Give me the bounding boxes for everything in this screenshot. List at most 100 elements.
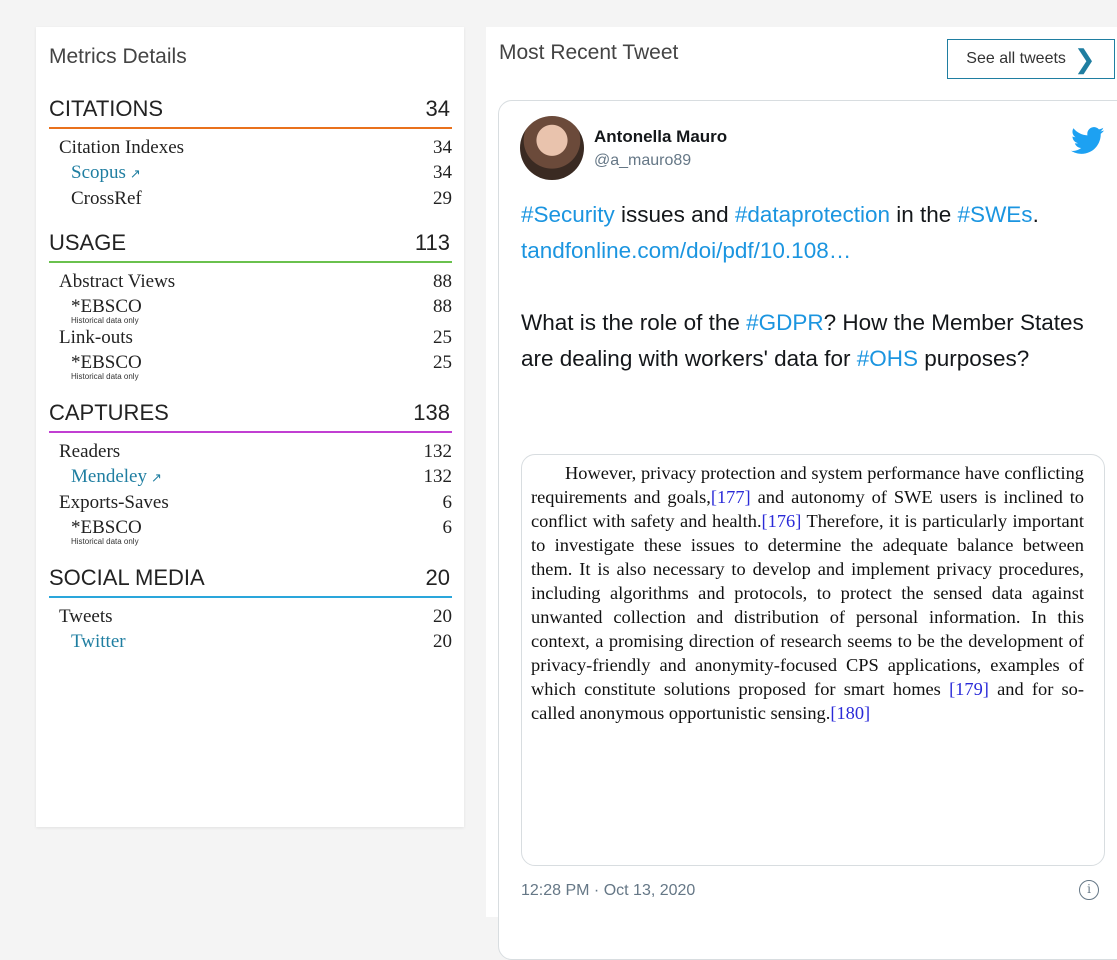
- category-count: 34: [425, 96, 450, 121]
- metric-label-wrap: Mendeley ↗: [71, 464, 162, 490]
- tweet-text-line2: What is the role of the #GDPR? How the M…: [521, 305, 1111, 377]
- see-all-tweets-label: See all tweets: [966, 50, 1066, 67]
- category-count: 113: [414, 230, 450, 255]
- metric-label-wrap: Tweets: [59, 604, 113, 629]
- metric-label-group: *EBSCO Historical data only: [71, 294, 142, 325]
- hashtag-link[interactable]: #GDPR: [746, 310, 824, 335]
- metric-label-group: Link-outs: [59, 325, 133, 350]
- metric-label-group: Exports-Saves: [59, 490, 169, 515]
- media-text-segment: Therefore, it is particularly important …: [531, 511, 1084, 699]
- avatar[interactable]: [520, 116, 584, 180]
- metric-label: Exports-Saves: [59, 492, 169, 513]
- metric-value: 25: [433, 327, 452, 348]
- metric-label-wrap: Scopus ↗: [71, 160, 141, 186]
- tweet-text-segment: What is the role of the: [521, 310, 747, 335]
- external-link-icon[interactable]: ↗: [151, 470, 162, 485]
- metric-label-group: *EBSCO Historical data only: [71, 515, 142, 546]
- metric-value: 88: [433, 296, 452, 317]
- metric-label-group: Readers: [59, 439, 120, 464]
- chevron-right-icon: ❯: [1073, 44, 1096, 74]
- metric-label-wrap: Link-outs: [59, 325, 133, 350]
- historical-note: Historical data only: [71, 316, 139, 325]
- hashtag-link[interactable]: #dataprotection: [735, 202, 890, 227]
- metric-value: 20: [433, 631, 452, 652]
- metric-category: CITATIONS 34 Citation Indexes 34 Scopus ↗ 34 Cr…: [49, 95, 452, 211]
- twitter-bird-icon[interactable]: [1071, 127, 1105, 155]
- citation-ref: [177]: [710, 487, 751, 507]
- metric-label: Readers: [59, 441, 121, 462]
- category-count: 20: [425, 565, 450, 590]
- category-count: 138: [413, 400, 450, 425]
- citation-ref: [179]: [949, 679, 989, 699]
- tweet-author-name[interactable]: Antonella Mauro: [594, 127, 727, 147]
- metric-label-group: Scopus ↗: [71, 160, 141, 186]
- metric-label: CrossRef: [71, 188, 142, 209]
- metric-value: 25: [433, 352, 452, 373]
- citation-ref: [176]: [761, 511, 802, 531]
- category-header: CAPTURES 138: [49, 399, 452, 433]
- metrics-panel-title: Metrics Details: [49, 45, 187, 68]
- category-name: USAGE: [49, 230, 127, 255]
- metric-value: 34: [433, 137, 452, 158]
- metric-label-group: Tweets: [59, 604, 113, 629]
- metric-row[interactable]: Scopus ↗ 34: [49, 160, 452, 186]
- tweet-link[interactable]: tandfonline.com/doi/pdf/10.108…: [521, 238, 851, 263]
- metric-label-wrap: CrossRef: [71, 186, 142, 211]
- metric-row: *EBSCO Historical data only 88: [49, 294, 452, 325]
- tweet-text-segment: .: [1032, 202, 1039, 227]
- tweet-timestamp[interactable]: 12:28 PM · Oct 13, 2020: [521, 882, 695, 900]
- see-all-tweets-button[interactable]: See all tweets ❯: [947, 39, 1115, 79]
- most-recent-tweet-panel: Most Recent Tweet See all tweets ❯ Anton…: [486, 27, 1117, 960]
- metrics-body: CITATIONS 34 Citation Indexes 34 Scopus ↗ 34 Cr…: [49, 95, 452, 654]
- tweet-author-handle[interactable]: @a_mauro89: [594, 152, 691, 170]
- category-header: CITATIONS 34: [49, 95, 452, 129]
- metric-value: 20: [433, 606, 452, 627]
- metric-value: 34: [433, 162, 452, 183]
- tweet-text-segment: purposes?: [918, 346, 1030, 371]
- metric-value: 132: [423, 466, 453, 487]
- metric-label[interactable]: Mendeley: [71, 466, 147, 487]
- historical-note: Historical data only: [71, 537, 139, 546]
- metric-row: Abstract Views 88: [49, 269, 452, 294]
- metric-row[interactable]: Twitter 20: [49, 629, 452, 654]
- metric-row[interactable]: Mendeley ↗ 132: [49, 464, 452, 490]
- metric-category: CAPTURES 138 Readers 132 Mendeley ↗ 132 Exports…: [49, 399, 452, 546]
- metric-row: *EBSCO Historical data only 25: [49, 350, 452, 381]
- hashtag-link[interactable]: #OHS: [857, 346, 918, 371]
- tweet-text-line1: #Security issues and #dataprotection in …: [521, 197, 1111, 233]
- metric-label-wrap: Abstract Views: [59, 269, 175, 294]
- category-name: CITATIONS: [49, 96, 164, 121]
- info-icon[interactable]: i: [1079, 880, 1099, 900]
- metric-row: Readers 132: [49, 439, 452, 464]
- hashtag-link[interactable]: #Security: [521, 202, 615, 227]
- metric-label: Citation Indexes: [59, 137, 185, 158]
- metric-value: 6: [442, 492, 453, 513]
- historical-note: Historical data only: [71, 372, 139, 381]
- metrics-details-panel: Metrics Details CITATIONS 34 Citation Inde…: [36, 27, 464, 827]
- metric-label: *EBSCO: [71, 296, 142, 317]
- category-header: USAGE 113: [49, 229, 452, 263]
- metric-label[interactable]: Twitter: [71, 631, 126, 652]
- metric-category: SOCIAL MEDIA 20 Tweets 20 Twitter 20: [49, 564, 452, 654]
- metric-label: *EBSCO: [71, 517, 142, 538]
- metric-label-group: Twitter: [71, 629, 126, 654]
- metric-label-wrap: Twitter: [71, 629, 126, 654]
- metric-value: 6: [442, 517, 453, 538]
- metric-label-group: *EBSCO Historical data only: [71, 350, 142, 381]
- metric-label: Tweets: [59, 606, 113, 627]
- metric-label: Abstract Views: [59, 271, 176, 292]
- metric-value: 88: [433, 271, 452, 292]
- external-link-icon[interactable]: ↗: [130, 166, 141, 181]
- hashtag-link[interactable]: #SWEs: [958, 202, 1033, 227]
- tweet-card[interactable]: Antonella Mauro @a_mauro89 #Security iss…: [498, 100, 1117, 960]
- metric-value: 132: [423, 441, 453, 462]
- tweet-text-segment: in the: [890, 202, 958, 227]
- metric-label-group: Citation Indexes: [59, 135, 184, 160]
- metric-label[interactable]: Scopus: [71, 162, 126, 183]
- metric-row: Citation Indexes 34: [49, 135, 452, 160]
- tweet-text-segment: issues and: [614, 202, 735, 227]
- metric-row: CrossRef 29: [49, 186, 452, 211]
- metric-label-wrap: Citation Indexes: [59, 135, 184, 160]
- category-header: SOCIAL MEDIA 20: [49, 564, 452, 598]
- tweet-media-image[interactable]: However, privacy protection and system p…: [521, 454, 1105, 866]
